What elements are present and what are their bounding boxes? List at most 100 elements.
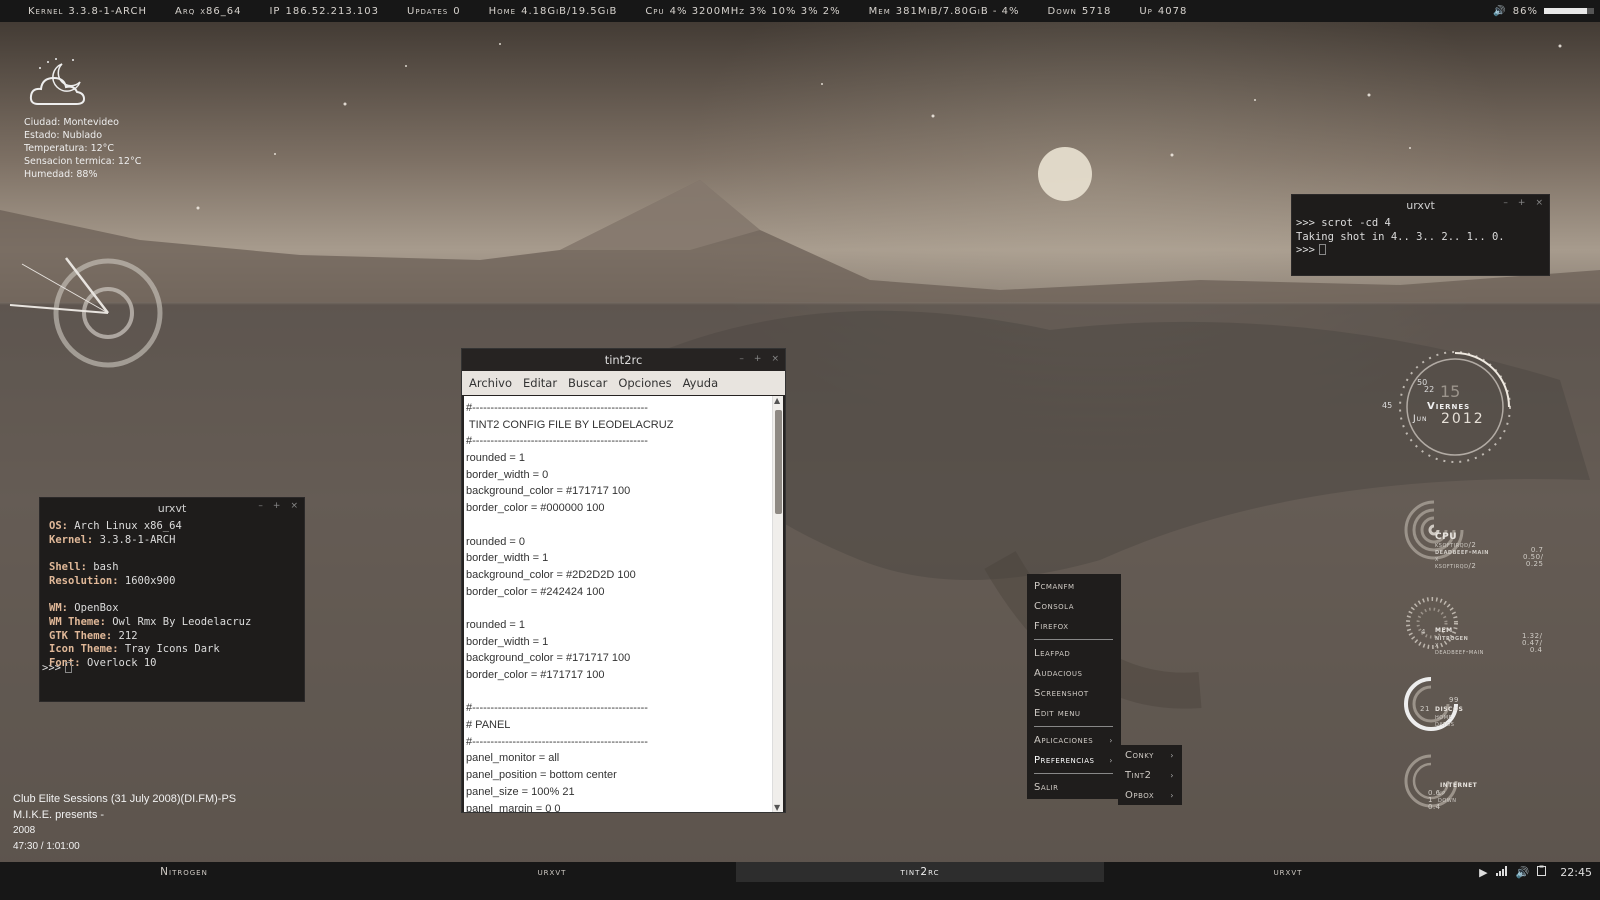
menu-item-screenshot[interactable]: Screenshot (1027, 683, 1121, 703)
close-button[interactable]: × (771, 354, 779, 364)
minimize-button[interactable]: – (739, 354, 744, 364)
clipboard-icon[interactable] (1537, 865, 1547, 879)
volume-bar-fill (1544, 8, 1587, 14)
editor-line[interactable]: border_color = #000000 100 (466, 500, 771, 517)
year-label: 2012 (1441, 411, 1485, 427)
editor-line[interactable]: panel_position = bottom center (466, 767, 771, 784)
chevron-right-icon: › (1109, 755, 1113, 765)
openbox-root-menu: Pcmanfm Consola Firefox Leafpad Audaciou… (1027, 574, 1121, 799)
editor-line[interactable]: border_color = #171717 100 (466, 667, 771, 684)
window-titlebar[interactable]: urxvt – + × (1292, 195, 1549, 215)
vertical-scrollbar[interactable]: ▲ ▼ (772, 396, 783, 812)
chevron-right-icon: › (1170, 790, 1174, 800)
close-button[interactable]: × (1535, 198, 1543, 208)
track-progress: 47:30 / 1:01:00 (13, 841, 80, 852)
menu-separator (1034, 639, 1113, 640)
leafpad-editor-window[interactable]: tint2rc – + × Archivo Editar Buscar Opci… (461, 348, 786, 813)
menu-item-preferencias[interactable]: Preferencias › (1027, 750, 1121, 770)
maximize-button[interactable]: + (754, 354, 762, 364)
task-urxvt[interactable]: urxvt (368, 862, 736, 882)
top-status-bar: Kernel 3.3.8-1-ARCH Arq x86_64 IP 186.52.21… (0, 0, 1600, 22)
task-nitrogen[interactable]: Nitrogen (0, 862, 368, 882)
cpu-status: Cpu 4% 3200MHz 3% 10% 3% 2% (645, 5, 841, 17)
terminal-output[interactable]: >>> scrot -cd 4 Taking shot in 4.. 3.. 2.… (1292, 215, 1549, 260)
menu-archivo[interactable]: Archivo (469, 376, 512, 390)
weather-state: Estado: Nublado (24, 130, 103, 141)
now-playing-widget: Club Elite Sessions (31 July 2008)(DI.FM… (13, 791, 236, 855)
maximize-button[interactable]: + (273, 501, 281, 511)
editor-line[interactable]: background_color = #171717 100 (466, 650, 771, 667)
close-button[interactable]: × (290, 501, 298, 511)
editor-line[interactable] (466, 684, 771, 701)
terminal-output[interactable]: OS: Arch Linux x86_64 Kernel: 3.3.8-1-AR… (40, 518, 304, 673)
editor-line[interactable]: border_width = 1 (466, 550, 771, 567)
editor-line[interactable]: rounded = 1 (466, 450, 771, 467)
date-clock-widget: 50 22 45 15 Viernes Jun 2012 (1380, 345, 1520, 470)
editor-line[interactable]: rounded = 0 (466, 534, 771, 551)
editor-line[interactable]: TINT2 CONFIG FILE BY LEODELACRUZ (466, 417, 771, 434)
window-titlebar[interactable]: tint2rc – + × (462, 349, 785, 371)
second-label: 45 (1382, 401, 1393, 410)
menu-item-conky[interactable]: Conky › (1118, 745, 1182, 765)
menu-item-opbox[interactable]: Opbox › (1118, 785, 1182, 805)
minimize-button[interactable]: – (1503, 198, 1508, 208)
editor-line[interactable]: border_color = #242424 100 (466, 584, 771, 601)
menu-editar[interactable]: Editar (523, 376, 557, 390)
text-cursor (1318, 244, 1326, 256)
editor-line[interactable]: # PANEL (466, 717, 771, 734)
speaker-icon[interactable]: 🔊 (1493, 6, 1506, 17)
maximize-button[interactable]: + (1518, 198, 1526, 208)
editor-line[interactable]: background_color = #171717 100 (466, 483, 771, 500)
editor-line[interactable]: border_width = 1 (466, 634, 771, 651)
menu-item-firefox[interactable]: Firefox (1027, 616, 1121, 636)
text-cursor (64, 661, 72, 673)
urxvt-scrot-window[interactable]: urxvt – + × >>> scrot -cd 4 Taking shot i… (1291, 194, 1550, 276)
window-title: urxvt (1406, 198, 1435, 212)
editor-line[interactable]: panel_margin = 0 0 (466, 801, 771, 813)
editor-line[interactable]: #---------------------------------------… (466, 734, 771, 751)
task-urxvt-2[interactable]: urxvt (1104, 862, 1472, 882)
text-editor-area[interactable]: #---------------------------------------… (464, 396, 773, 812)
menu-item-salir[interactable]: Salir (1027, 777, 1121, 797)
scroll-up-icon[interactable]: ▲ (774, 396, 780, 405)
chevron-right-icon: › (1109, 735, 1113, 745)
menu-item-pcmanfm[interactable]: Pcmanfm (1027, 576, 1121, 596)
network-signal-icon[interactable] (1495, 865, 1508, 879)
menu-item-aplicaciones[interactable]: Aplicaciones › (1027, 730, 1121, 750)
menu-item-consola[interactable]: Consola (1027, 596, 1121, 616)
window-titlebar[interactable]: urxvt – + × (40, 498, 304, 518)
editor-line[interactable]: background_color = #2D2D2D 100 (466, 567, 771, 584)
play-icon[interactable]: ▶ (1479, 866, 1487, 879)
editor-line[interactable]: rounded = 1 (466, 617, 771, 634)
arch-status: Arq x86_64 (175, 5, 242, 17)
editor-line[interactable] (466, 600, 771, 617)
editor-line[interactable]: border_width = 0 (466, 467, 771, 484)
home-disk-status: Home 4.18GiB/19.5GiB (488, 5, 618, 17)
ip-status: IP 186.52.213.103 (269, 5, 379, 17)
editor-line[interactable]: panel_monitor = all (466, 750, 771, 767)
volume-icon[interactable]: 🔊 (1516, 866, 1530, 879)
menu-ayuda[interactable]: Ayuda (683, 376, 719, 390)
editor-line[interactable]: panel_size = 100% 21 (466, 784, 771, 801)
editor-line[interactable]: #---------------------------------------… (466, 700, 771, 717)
menu-opciones[interactable]: Opciones (618, 376, 671, 390)
scrollbar-thumb[interactable] (775, 410, 782, 514)
minimize-button[interactable]: – (258, 501, 263, 511)
menu-item-edit-menu[interactable]: Edit menu (1027, 703, 1121, 723)
menu-item-audacious[interactable]: Audacious (1027, 663, 1121, 683)
task-tint2rc[interactable]: tint2rc (736, 862, 1104, 882)
wallpaper (0, 43, 1600, 900)
day-number: 15 (1440, 382, 1461, 401)
scroll-down-icon[interactable]: ▼ (774, 803, 780, 812)
menu-item-tint2[interactable]: Tint2 › (1118, 765, 1182, 785)
analog-clock-widget (9, 257, 163, 368)
editor-line[interactable] (466, 517, 771, 534)
editor-line[interactable]: #---------------------------------------… (466, 433, 771, 450)
urxvt-sysinfo-window[interactable]: urxvt – + × OS: Arch Linux x86_64 Kernel… (39, 497, 305, 702)
editor-line[interactable]: #---------------------------------------… (466, 400, 771, 417)
menu-item-leafpad[interactable]: Leafpad (1027, 643, 1121, 663)
menu-buscar[interactable]: Buscar (568, 376, 607, 390)
weather-feels-like: Sensacion termica: 12°C (24, 156, 142, 167)
volume-bar[interactable] (1544, 8, 1594, 14)
system-tray: ▶ 🔊 22:45 (1479, 862, 1592, 882)
